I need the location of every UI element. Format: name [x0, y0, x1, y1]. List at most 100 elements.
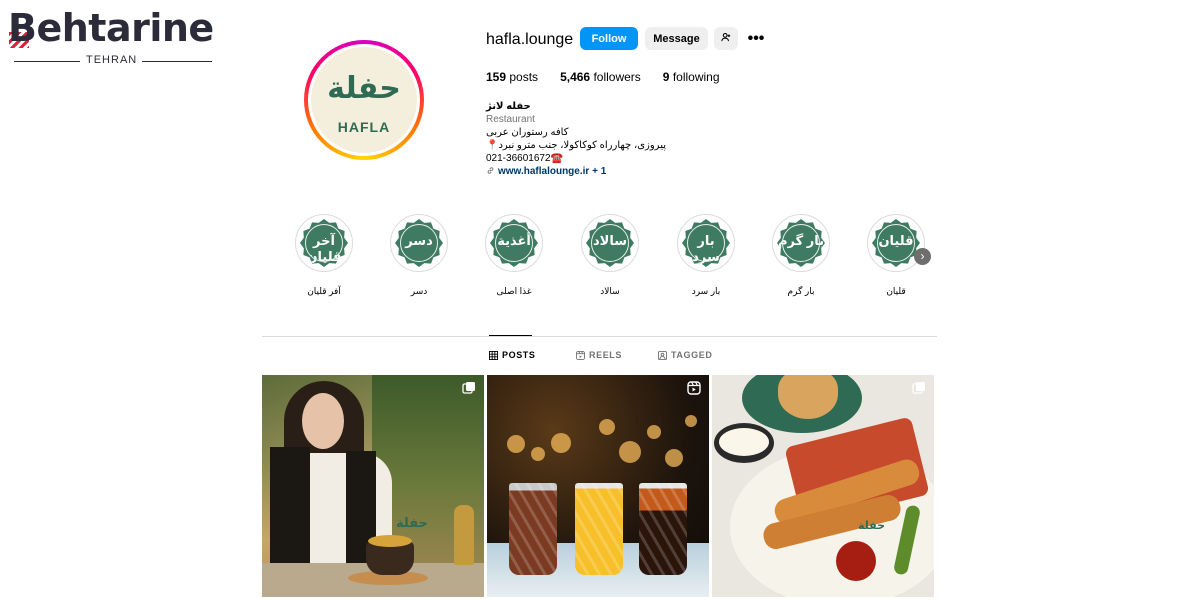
carousel-icon	[462, 382, 475, 394]
highlight-2[interactable]: أغذية غذا اصلی	[484, 214, 544, 297]
tabs-divider	[262, 336, 937, 337]
post-thumbnail-3[interactable]: حفلة	[712, 375, 934, 597]
post-image-bokeh	[665, 449, 683, 467]
link-icon	[487, 167, 494, 174]
post-thumbnail-1[interactable]: حفلة	[262, 375, 484, 597]
highlight-glyph: بار گرم	[777, 233, 825, 248]
bio-link-more[interactable]: + 1	[592, 166, 606, 177]
highlight-ring: بار سرد	[677, 214, 735, 272]
active-tab-indicator	[489, 335, 532, 336]
bio-display-name: حفله لانژ	[486, 101, 531, 112]
highlight-badge: أغذية	[490, 219, 538, 267]
highlight-label: غذا اصلی	[496, 286, 532, 296]
stat-followers[interactable]: 5,466 followers	[560, 70, 641, 84]
logo-word: Behtarine	[8, 6, 214, 50]
post-thumbnail-2[interactable]	[487, 375, 709, 597]
post-watermark-logo: حفلة	[396, 515, 428, 530]
post-watermark-logo: حفلة	[858, 520, 886, 532]
profile-avatar[interactable]: حفلة HAFLA	[308, 44, 420, 156]
bio-link[interactable]: www.haflalounge.ir + 1	[486, 165, 686, 178]
highlight-ring: دسر	[390, 214, 448, 272]
post-image-glass	[509, 483, 557, 575]
highlight-glyph: آخر قلیان	[306, 233, 342, 264]
tagged-icon	[658, 350, 667, 360]
post-image-tomato	[836, 541, 876, 581]
highlight-label: قلیان	[886, 286, 906, 296]
highlight-0[interactable]: آخر قلیان آفر قلیان	[294, 214, 354, 297]
highlight-3[interactable]: سالاد سالاد	[580, 214, 640, 297]
profile-bio: حفله لانژ Restaurant کافه رستوران عربی 📍…	[486, 100, 686, 178]
post-image-bokeh	[551, 433, 571, 453]
highlight-badge: بار گرم	[777, 219, 825, 267]
highlight-label: سالاد	[600, 286, 620, 296]
highlight-ring: سالاد	[581, 214, 639, 272]
logo-subtitle: TEHRAN	[86, 54, 138, 66]
highlight-badge: بار سرد	[682, 219, 730, 267]
posts-count: 159	[486, 70, 507, 84]
behtarine-logo: Behtarine TEHRAN	[8, 6, 214, 66]
logo-divider-left	[14, 61, 80, 62]
highlight-glyph: أغذية	[497, 233, 531, 248]
highlight-glyph: سالاد	[592, 233, 628, 248]
followers-count: 5,466	[560, 70, 591, 84]
highlight-4[interactable]: بار سرد بار سرد	[676, 214, 736, 297]
post-image-bokeh	[647, 425, 661, 439]
tab-posts-label: POSTS	[502, 350, 536, 360]
avatar-logo-latin: HAFLA	[337, 119, 391, 135]
add-person-icon	[721, 32, 731, 42]
highlight-label: آفر قلیان	[307, 286, 341, 296]
chevron-right-icon: ›	[920, 249, 925, 263]
post-image-bokeh	[507, 435, 525, 453]
grid-icon	[489, 350, 498, 360]
highlight-label: دسر	[410, 286, 428, 296]
logo-divider-right	[142, 61, 212, 62]
bio-category: Restaurant	[486, 114, 535, 125]
suggest-user-button[interactable]	[714, 27, 738, 50]
highlight-ring: أغذية	[485, 214, 543, 272]
following-count: 9	[662, 70, 670, 84]
stat-following[interactable]: 9 following	[663, 70, 720, 84]
avatar-logo-arabic: حفلة	[327, 71, 401, 106]
highlight-ring: قلیان	[867, 214, 925, 272]
bio-line-2: 📍پیروزی، چهارراه کوکاکولا، جنب مترو نبرد	[486, 140, 666, 151]
highlight-badge: سالاد	[586, 219, 634, 267]
highlights-next-button[interactable]: ›	[914, 248, 931, 265]
profile-avatar-ring[interactable]: حفلة HAFLA	[304, 40, 424, 160]
follow-button[interactable]: Follow	[580, 27, 638, 50]
highlight-glyph: بار سرد	[692, 233, 720, 264]
highlight-label: بار گرم	[787, 286, 815, 296]
post-image-sauce	[714, 423, 774, 463]
post-image-bokeh	[599, 419, 615, 435]
post-image-glass	[575, 483, 623, 575]
tab-posts[interactable]: POSTS	[489, 350, 536, 360]
bio-line-1: کافه رستوران عربی	[486, 127, 569, 138]
reels-icon	[576, 350, 585, 360]
carousel-icon	[912, 382, 925, 394]
stat-posts[interactable]: 159 posts	[486, 70, 538, 84]
tab-reels-label: REELS	[589, 350, 623, 360]
following-label: following	[672, 70, 720, 84]
highlight-1[interactable]: دسر دسر	[389, 214, 449, 297]
bio-line-3: 021-36601672☎️	[486, 153, 563, 164]
post-image-food	[368, 535, 412, 547]
post-image-glass	[639, 483, 687, 575]
reels-icon	[687, 381, 701, 395]
tab-reels[interactable]: REELS	[576, 350, 622, 360]
highlight-ring: بار گرم	[772, 214, 830, 272]
followers-label: followers	[593, 70, 641, 84]
highlight-badge: آخر قلیان	[300, 219, 348, 267]
highlight-badge: دسر	[395, 219, 443, 267]
bio-link-text[interactable]: www.haflalounge.ir	[498, 166, 589, 177]
highlight-ring: آخر قلیان	[295, 214, 353, 272]
tab-tagged[interactable]: TAGGED	[658, 350, 712, 360]
post-image-face	[302, 393, 344, 449]
post-image-bokeh	[531, 447, 545, 461]
message-button[interactable]: Message	[645, 27, 708, 50]
highlight-5[interactable]: بار گرم بار گرم	[771, 214, 831, 297]
profile-stats: 159 posts 5,466 followers 9 following	[486, 70, 742, 84]
more-options-button[interactable]: •••	[746, 30, 766, 47]
post-image-lamp	[454, 505, 474, 565]
profile-username: hafla.lounge	[486, 31, 574, 48]
tab-tagged-label: TAGGED	[671, 350, 713, 360]
highlight-badge: قلیان	[872, 219, 920, 267]
